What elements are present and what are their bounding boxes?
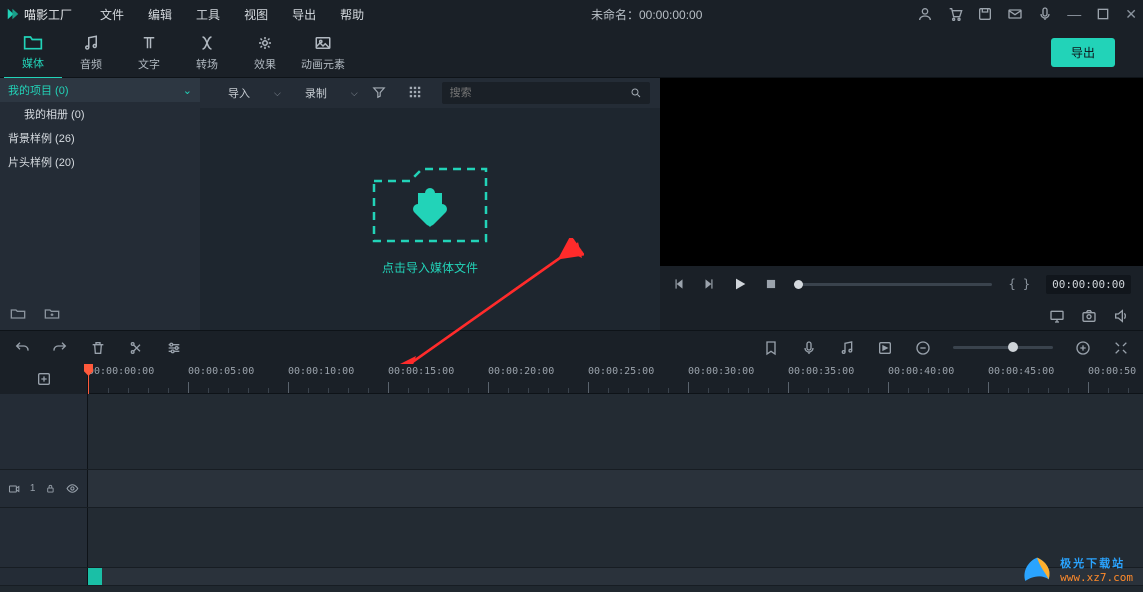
close-button[interactable]: ✕	[1125, 6, 1137, 23]
tab-text[interactable]: 文字	[120, 28, 178, 78]
search-icon[interactable]	[630, 87, 642, 99]
preview-panel: { } 00:00:00:00	[660, 78, 1143, 330]
save-icon[interactable]	[977, 6, 993, 22]
tab-effect[interactable]: 效果	[236, 28, 294, 78]
timeline-ruler[interactable]: 00:00:00:0000:00:05:0000:00:10:0000:00:1…	[88, 364, 1143, 393]
preview-screen[interactable]	[660, 78, 1143, 266]
menu-view[interactable]: 视图	[232, 2, 280, 27]
timeline: 00:00:00:0000:00:05:0000:00:10:0000:00:1…	[0, 364, 1143, 592]
chevron-down-icon[interactable]: ⌵	[351, 88, 358, 99]
voiceover-button[interactable]	[801, 340, 817, 356]
tab-elements-label: 动画元素	[301, 56, 345, 72]
preview-timecode: 00:00:00:00	[1046, 275, 1131, 294]
cart-icon[interactable]	[947, 6, 963, 22]
tab-audio[interactable]: 音频	[62, 28, 120, 78]
tab-transition-label: 转场	[196, 56, 218, 72]
folder-icon	[23, 33, 43, 51]
chevron-down-icon[interactable]: ⌵	[274, 88, 281, 99]
snapshot-icon[interactable]	[1081, 308, 1097, 324]
folder-open-icon[interactable]	[10, 306, 26, 322]
display-settings-icon[interactable]	[1049, 308, 1065, 324]
search-input[interactable]	[450, 87, 630, 99]
mail-icon[interactable]	[1007, 6, 1023, 22]
mic-icon[interactable]	[1037, 6, 1053, 22]
zoom-in-button[interactable]	[1075, 340, 1091, 356]
import-label: 导入	[228, 85, 250, 101]
media-panel: 导入 ⌵ 录制 ⌵ 点击导入媒	[200, 78, 660, 330]
zoom-slider[interactable]	[953, 346, 1053, 349]
tab-transition[interactable]: 转场	[178, 28, 236, 78]
audio-track-body[interactable]	[88, 568, 1143, 585]
text-icon	[139, 34, 159, 52]
menu-edit[interactable]: 编辑	[136, 2, 184, 27]
menu-tools[interactable]: 工具	[184, 2, 232, 27]
adjust-button[interactable]	[166, 340, 182, 356]
menu-help[interactable]: 帮助	[328, 2, 376, 27]
video-track-row[interactable]: 1	[0, 470, 1143, 508]
user-icon[interactable]	[917, 6, 933, 22]
zoom-out-button[interactable]	[915, 340, 931, 356]
music-icon	[81, 34, 101, 52]
tab-elements[interactable]: 动画元素	[294, 28, 352, 78]
next-frame-button[interactable]	[702, 277, 716, 291]
tab-text-label: 文字	[138, 56, 160, 72]
transition-icon	[197, 34, 217, 52]
prev-frame-button[interactable]	[672, 277, 686, 291]
preview-seek-slider[interactable]	[794, 283, 992, 286]
volume-icon[interactable]	[1113, 308, 1129, 324]
menu-export[interactable]: 导出	[280, 2, 328, 27]
menu-file[interactable]: 文件	[88, 2, 136, 27]
media-dropzone[interactable]: 点击导入媒体文件	[200, 108, 660, 330]
app-logo: 喵影工厂	[6, 6, 72, 23]
split-button[interactable]	[128, 340, 144, 356]
dropzone-label: 点击导入媒体文件	[382, 259, 478, 276]
video-track-body[interactable]	[88, 470, 1143, 507]
grid-view-icon[interactable]	[400, 85, 430, 102]
eye-icon[interactable]	[66, 482, 79, 495]
tab-audio-label: 音频	[80, 56, 102, 72]
sidebar-item-intro[interactable]: 片头样例 (20)	[0, 150, 200, 174]
export-button[interactable]: 导出	[1051, 38, 1115, 67]
sidebar-item-background[interactable]: 背景样例 (26)	[0, 126, 200, 150]
audio-track-row[interactable]	[0, 568, 1143, 586]
document-title: 未命名：00:00:00:00	[376, 6, 917, 23]
filter-icon[interactable]	[364, 85, 394, 102]
redo-button[interactable]	[52, 340, 68, 356]
sidebar-item-album[interactable]: 我的相册 (0)	[0, 102, 200, 126]
effect-icon	[255, 34, 275, 52]
image-icon	[313, 34, 333, 52]
sidebar: 我的项目 (0) ⌄ 我的相册 (0) 背景样例 (26) 片头样例 (20)	[0, 78, 200, 330]
maximize-button[interactable]	[1095, 6, 1111, 22]
chevron-down-icon: ⌄	[183, 84, 192, 97]
search-input-wrap	[442, 82, 650, 104]
record-label: 录制	[305, 85, 327, 101]
tab-media-label: 媒体	[22, 55, 44, 71]
delete-button[interactable]	[90, 340, 106, 356]
app-name: 喵影工厂	[24, 6, 72, 23]
render-button[interactable]	[877, 340, 893, 356]
new-folder-icon[interactable]	[44, 306, 60, 322]
menubar: 文件 编辑 工具 视图 导出 帮助	[88, 2, 376, 27]
markers-label: { }	[1008, 277, 1030, 291]
minimize-button[interactable]: —	[1067, 6, 1081, 22]
import-dropdown[interactable]: 导入	[210, 85, 268, 101]
import-folder-icon	[370, 163, 490, 247]
marker-button[interactable]	[763, 340, 779, 356]
video-track-icon	[8, 483, 20, 495]
stop-button[interactable]	[764, 277, 778, 291]
zoom-fit-button[interactable]	[1113, 340, 1129, 356]
add-track-button[interactable]	[36, 371, 52, 387]
audio-clip[interactable]	[88, 568, 102, 585]
tab-media[interactable]: 媒体	[4, 27, 62, 79]
audio-sync-button[interactable]	[839, 340, 855, 356]
play-button[interactable]	[732, 276, 748, 292]
lock-icon[interactable]	[45, 483, 56, 494]
tab-effect-label: 效果	[254, 56, 276, 72]
sidebar-header[interactable]: 我的项目 (0) ⌄	[0, 78, 200, 102]
record-dropdown[interactable]: 录制	[287, 85, 345, 101]
video-track-number: 1	[30, 483, 36, 494]
undo-button[interactable]	[14, 340, 30, 356]
sidebar-header-label: 我的项目 (0)	[8, 82, 69, 98]
